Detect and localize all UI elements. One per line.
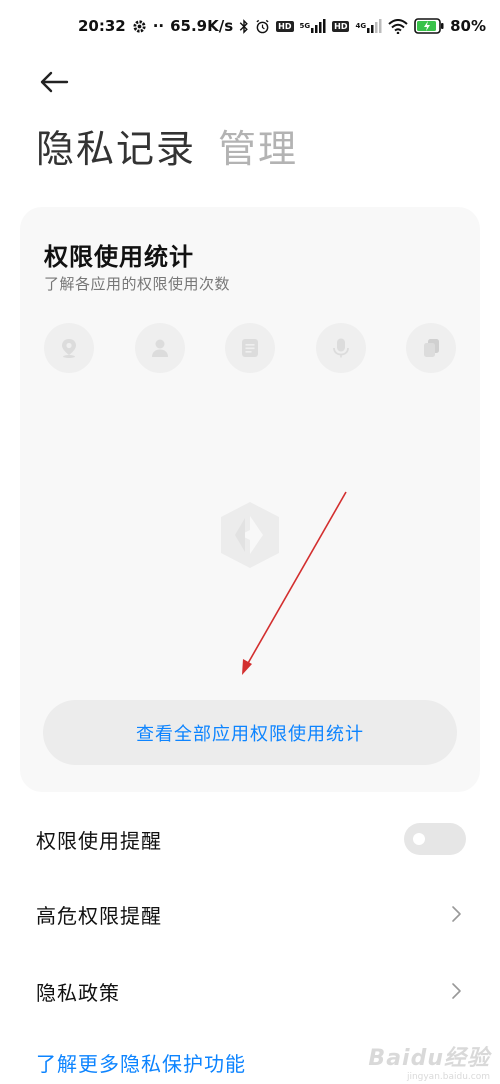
alarm-icon [255,19,270,34]
chevron-right-icon [446,981,466,1001]
privacy-policy-row[interactable]: 隐私政策 [36,971,466,1011]
chevron-right-icon [446,904,466,924]
watermark-text: Baidu经验 [368,1046,490,1071]
baidu-watermark: Baidu经验 jingyan.baidu.com [368,1040,490,1082]
page-title: 隐私记录 [36,127,197,171]
status-dots: ·· [152,17,165,35]
back-button[interactable] [36,64,72,100]
permission-icon-row [44,323,456,373]
microphone-icon [315,323,366,373]
wifi-icon [388,18,408,34]
network-speed: 65.9K/s [170,17,234,35]
signal-5g-icon: 5G [300,19,327,33]
toggle-knob [413,833,425,845]
sms-icon [225,323,275,373]
privacy-policy-label: 隐私政策 [36,980,120,1005]
permission-reminder-toggle[interactable] [404,823,466,855]
card-subtitle: 了解各应用的权限使用次数 [44,275,231,293]
view-all-permission-stats-button[interactable]: 查看全部应用权限使用统计 [43,700,457,765]
learn-more-privacy-link[interactable]: 了解更多隐私保护功能 [36,1048,246,1077]
high-risk-reminder-label: 高危权限提醒 [36,903,162,928]
card-title: 权限使用统计 [44,243,194,271]
clipboard-icon [406,323,456,373]
hd-badge-2: HD [332,20,350,32]
permission-stats-card: 权限使用统计 了解各应用的权限使用次数 查看全部应用权限使用统计 [20,207,480,792]
signal-4g-label: 4G [355,22,367,30]
permission-reminder-row[interactable]: 权限使用提醒 [36,819,466,859]
back-arrow-icon [40,71,69,93]
page-header: 隐私记录 管理 [36,118,298,173]
hd-badge: HD [276,20,294,32]
permission-reminder-label: 权限使用提醒 [36,828,162,853]
signal-5g-label: 5G [299,22,311,30]
watermark-sub: jingyan.baidu.com [406,1072,490,1082]
bluetooth-icon [239,18,249,34]
status-bar: 20:32 ·· 65.9K/s HD 5G HD 4G 80% [0,0,500,58]
battery-charging-icon [414,18,444,34]
empty-state-shield-icon [215,500,285,570]
high-risk-reminder-row[interactable]: 高危权限提醒 [36,894,466,934]
tab-manage[interactable]: 管理 [218,118,298,173]
battery-percent: 80% [450,17,486,35]
contacts-icon [134,323,185,373]
signal-4g-icon: 4G [355,19,382,33]
settings-gear-icon [132,19,147,34]
location-icon [44,323,94,373]
status-time: 20:32 [77,17,126,35]
